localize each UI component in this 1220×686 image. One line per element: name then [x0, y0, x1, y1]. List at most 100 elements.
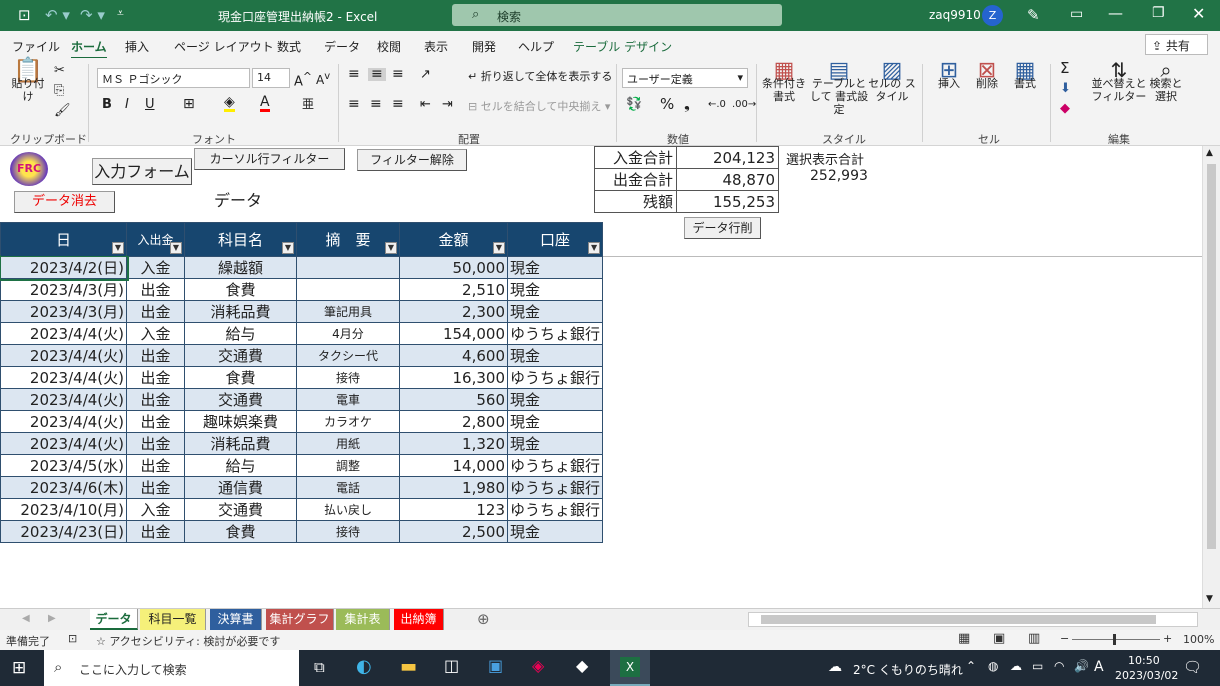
table-cell[interactable]: 食費 — [184, 366, 297, 389]
volume-icon[interactable]: 🔊 — [1074, 659, 1089, 673]
qat-customize-icon[interactable]: ⩡ — [117, 6, 124, 21]
task-view-icon[interactable]: ⧉ — [314, 658, 325, 676]
data-row-delete-button[interactable]: データ行削 — [684, 217, 761, 239]
table-cell[interactable]: 現金 — [506, 278, 604, 301]
scroll-up-icon[interactable]: ▲ — [1206, 148, 1213, 158]
zoom-slider[interactable] — [1072, 639, 1160, 640]
table-cell[interactable]: 交通費 — [184, 498, 297, 521]
table-cell[interactable]: 現金 — [506, 432, 604, 455]
zoom-in-icon[interactable]: + — [1163, 632, 1172, 645]
next-sheet-icon[interactable]: ▶ — [48, 613, 56, 624]
tab-file[interactable]: ファイル — [12, 38, 60, 55]
table-row[interactable]: 2023/4/23(日) 出金 食費 接待 2,500 現金 — [0, 520, 604, 543]
table-cell[interactable]: 2023/4/10(月) — [0, 498, 127, 521]
column-header[interactable]: 摘 要 ▼ — [296, 222, 400, 257]
filter-dropdown-icon[interactable]: ▼ — [493, 242, 505, 254]
table-cell[interactable]: 2,300 — [399, 300, 508, 323]
fill-icon[interactable]: ⬇ — [1060, 82, 1071, 95]
accessibility-status[interactable]: ☆ アクセシビリティ: 検討が必要です — [96, 633, 280, 649]
font-name-select[interactable]: ＭＳ Ｐゴシック — [97, 68, 250, 88]
table-cell[interactable]: 入金 — [126, 322, 185, 345]
table-cell[interactable]: 接待 — [296, 366, 400, 389]
table-cell[interactable]: 給与 — [184, 322, 297, 345]
table-cell[interactable]: 現金 — [506, 388, 604, 411]
column-header[interactable]: 日 ▼ — [0, 222, 127, 257]
weather-icon[interactable]: ☁ — [828, 659, 842, 675]
table-cell[interactable]: 消耗品費 — [184, 300, 297, 323]
summary-value[interactable]: 48,870 — [676, 168, 779, 191]
table-cell[interactable]: 用紙 — [296, 432, 400, 455]
italic-icon[interactable]: I — [125, 98, 129, 111]
table-cell[interactable]: ゆうちょ銀行 — [506, 454, 604, 477]
table-cell[interactable]: 1,980 — [399, 476, 508, 499]
filter-dropdown-icon[interactable]: ▼ — [588, 242, 601, 254]
table-cell[interactable]: 1,320 — [399, 432, 508, 455]
font-color-icon[interactable]: A — [260, 95, 270, 112]
onedrive-icon[interactable]: ☁ — [1010, 659, 1022, 673]
summary-value[interactable]: 204,123 — [676, 146, 779, 169]
tab-data[interactable]: データ — [324, 38, 360, 55]
filter-dropdown-icon[interactable]: ▼ — [282, 242, 294, 254]
zoom-out-icon[interactable]: − — [1060, 632, 1069, 645]
table-cell[interactable]: 食費 — [184, 278, 297, 301]
table-cell[interactable]: 2,500 — [399, 520, 508, 543]
table-cell[interactable]: 繰越額 — [184, 256, 297, 279]
prev-sheet-icon[interactable]: ◀ — [22, 613, 30, 624]
table-row[interactable]: 2023/4/6(木) 出金 通信費 電話 1,980 ゆうちょ銀行 — [0, 476, 604, 499]
close-icon[interactable]: ✕ — [1192, 4, 1205, 23]
data-clear-button[interactable]: データ消去 — [14, 191, 115, 213]
table-row[interactable]: 2023/4/4(火) 出金 趣味娯楽費 カラオケ 2,800 現金 — [0, 410, 604, 433]
shrink-font-icon[interactable]: Av — [316, 70, 330, 87]
percent-icon[interactable]: % — [660, 97, 674, 112]
app3-icon[interactable]: ◆ — [576, 656, 588, 675]
table-cell[interactable]: 出金 — [126, 476, 185, 499]
scroll-thumb[interactable] — [1207, 164, 1216, 549]
sheet-tab[interactable]: 決算書 — [210, 609, 262, 630]
table-row[interactable]: 2023/4/4(火) 出金 消耗品費 用紙 1,320 現金 — [0, 432, 604, 455]
align-left-icon[interactable]: ≡ — [348, 97, 360, 111]
table-cell[interactable]: 2,800 — [399, 410, 508, 433]
table-cell[interactable]: 現金 — [506, 300, 604, 323]
filter-dropdown-icon[interactable]: ▼ — [385, 242, 397, 254]
h-scroll-thumb[interactable] — [761, 615, 1156, 624]
ime-indicator[interactable]: A — [1094, 659, 1104, 675]
column-header[interactable]: 科目名 ▼ — [184, 222, 297, 257]
ribbon-display-icon[interactable]: ▭ — [1070, 6, 1083, 22]
scroll-down-icon[interactable]: ▼ — [1206, 594, 1213, 604]
app-icon[interactable]: ▣ — [488, 656, 503, 675]
table-cell[interactable]: 趣味娯楽費 — [184, 410, 297, 433]
table-cell[interactable]: 2023/4/5(水) — [0, 454, 127, 477]
table-cell[interactable]: 2023/4/4(火) — [0, 322, 127, 345]
table-row[interactable]: 2023/4/4(火) 入金 給与 4月分 154,000 ゆうちょ銀行 — [0, 322, 604, 345]
table-cell[interactable]: 2,510 — [399, 278, 508, 301]
redo-icon[interactable]: ↷ ▾ — [80, 6, 105, 24]
tab-review[interactable]: 校閲 — [377, 38, 401, 55]
wrap-text-button[interactable]: ↵ 折り返して全体を表示する — [468, 70, 612, 83]
table-cell[interactable]: 入金 — [126, 498, 185, 521]
table-cell[interactable]: 接待 — [296, 520, 400, 543]
sheet-tab[interactable]: 集計グラフ — [266, 609, 334, 630]
table-cell[interactable]: 現金 — [506, 256, 604, 279]
decrease-decimal-icon[interactable]: .00→ — [732, 98, 756, 111]
table-cell[interactable]: 入金 — [126, 256, 185, 279]
table-cell[interactable]: 出金 — [126, 410, 185, 433]
copy-icon[interactable]: ⎘ — [54, 84, 64, 97]
tab-view[interactable]: 表示 — [424, 38, 448, 55]
align-bottom-icon[interactable]: ≡ — [392, 67, 404, 81]
table-cell[interactable]: 筆記用具 — [296, 300, 400, 323]
table-cell[interactable]: 電話 — [296, 476, 400, 499]
table-cell[interactable]: 払い戻し — [296, 498, 400, 521]
table-cell[interactable]: タクシー代 — [296, 344, 400, 367]
grow-font-icon[interactable]: A^ — [294, 70, 312, 88]
table-cell[interactable]: 2023/4/4(火) — [0, 388, 127, 411]
insert-cells-button[interactable]: ⊞ 挿入 — [930, 60, 968, 91]
table-cell[interactable]: 出金 — [126, 454, 185, 477]
column-header[interactable]: 入出金 ▼ — [126, 222, 185, 257]
store-icon[interactable]: ◫ — [444, 656, 459, 675]
table-row[interactable]: 2023/4/4(火) 出金 交通費 電車 560 現金 — [0, 388, 604, 411]
autosum-icon[interactable]: Σ — [1060, 61, 1069, 76]
page-layout-view-icon[interactable]: ▣ — [993, 631, 1005, 646]
tab-developer[interactable]: 開発 — [472, 38, 496, 55]
format-painter-icon[interactable]: 🖌 — [54, 104, 71, 117]
cut-icon[interactable]: ✂ — [54, 64, 65, 77]
